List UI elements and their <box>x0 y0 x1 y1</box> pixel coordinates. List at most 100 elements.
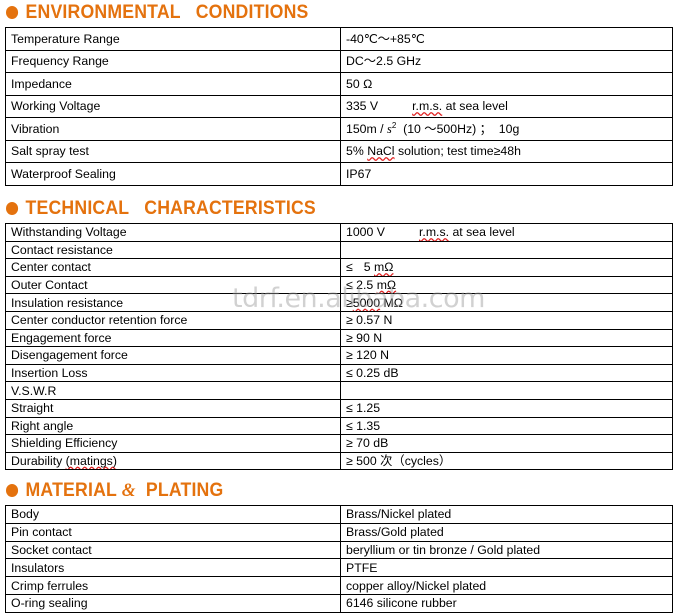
spellcheck-term: 5000 <box>352 295 381 310</box>
row-label: Socket contact <box>5 540 341 560</box>
row-value: -40℃〜+85℃ <box>340 27 673 51</box>
row-label: Impedance <box>5 72 341 96</box>
row-value: 335 V r.m.s. at sea level <box>340 94 673 118</box>
row-label: Working Voltage <box>5 94 341 118</box>
row-value <box>340 381 673 400</box>
table-row: Pin contact Brass/Gold plated <box>5 522 673 542</box>
table-technical-characteristics: Withstanding Voltage 1000 V r.m.s. at sea… <box>5 223 673 471</box>
section-heading-label: ENVIRONMENTAL CONDITIONS <box>25 2 309 23</box>
row-value: 1000 V r.m.s. at sea level <box>340 223 673 242</box>
row-value: ≤ 0.25 dB <box>340 363 673 383</box>
section-heading-technical-characteristics: TECHNICAL CHARACTERISTICS <box>6 199 316 218</box>
section-heading-label-part2: PLATING <box>135 480 224 501</box>
row-value-note: at sea level <box>449 225 515 240</box>
row-label: Engagement force <box>5 328 341 348</box>
table-row: Socket contact beryllium or tin bronze /… <box>5 540 673 560</box>
table-row: Right angle ≤ 1.35 <box>5 416 673 436</box>
table-row: V.S.W.R <box>5 381 673 400</box>
row-value: Brass/Gold plated <box>340 522 673 542</box>
row-value: beryllium or tin bronze / Gold plated <box>340 540 673 560</box>
row-value: ≥ 0.57 N <box>340 310 673 330</box>
table-row: Outer Contact ≤ 2.5 mΩ <box>5 275 673 295</box>
table-row: Withstanding Voltage 1000 V r.m.s. at sea… <box>5 223 673 242</box>
row-value: ≥5000 MΩ <box>340 293 673 312</box>
row-label: Right angle <box>5 416 341 436</box>
spellcheck-term: (matings) <box>65 453 117 468</box>
table-material-plating: Body Brass/Nickel plated Pin contact Bra… <box>5 505 673 613</box>
table-wrapper-environmental-conditions: Temperature Range -40℃〜+85℃ Frequency Ra… <box>0 27 673 186</box>
row-label: Shielding Efficiency <box>5 434 341 453</box>
row-label: Vibration <box>5 117 341 141</box>
spellcheck-term: mΩ <box>374 260 394 275</box>
table-row: Waterproof Sealing IP67 <box>5 162 673 186</box>
table-row: Shielding Efficiency ≥ 70 dB <box>5 434 673 453</box>
table-environmental-conditions: Temperature Range -40℃〜+85℃ Frequency Ra… <box>5 27 673 186</box>
bullet-icon <box>6 202 19 215</box>
row-label: Insulators <box>5 558 341 578</box>
row-value: 6146 silicone rubber <box>340 593 673 613</box>
row-value: ≥ 70 dB <box>340 434 673 453</box>
row-value: ≤ 1.25 <box>340 398 673 418</box>
table-row: Insertion Loss ≤ 0.25 dB <box>5 363 673 383</box>
table-row: Working Voltage 335 V r.m.s. at sea level <box>5 94 673 118</box>
section-heading-material-plating: MATERIAL & PLATING <box>6 481 223 500</box>
row-label: Center conductor retention force <box>5 310 341 330</box>
row-value: Brass/Nickel plated <box>340 505 673 524</box>
row-label: Crimp ferrules <box>5 576 341 595</box>
table-row: Insulation resistance ≥5000 MΩ <box>5 293 673 312</box>
section-heading-environmental-conditions: ENVIRONMENTAL CONDITIONS <box>6 3 309 22</box>
row-label: Durability (matings) <box>5 451 341 471</box>
row-label: O-ring sealing <box>5 593 341 613</box>
bullet-icon <box>6 6 19 19</box>
row-label: Salt spray test <box>5 139 341 163</box>
spellcheck-term: r.m.s. <box>418 225 450 240</box>
row-label: Body <box>5 505 341 524</box>
table-row: Contact resistance <box>5 240 673 260</box>
row-label: Outer Contact <box>5 275 341 295</box>
spellcheck-term: NaCl <box>367 144 395 159</box>
row-value: ≤ 2.5 mΩ <box>340 275 673 295</box>
row-label: Frequency Range <box>5 49 341 73</box>
row-label: Center contact <box>5 258 341 277</box>
table-row: Disengagement force ≥ 120 N <box>5 346 673 365</box>
table-row: Center contact ≤5 mΩ <box>5 258 673 277</box>
table-row: Salt spray test 5% NaCl solution; test t… <box>5 139 673 163</box>
table-row: Impedance 50 Ω <box>5 72 673 96</box>
bullet-icon <box>6 484 19 497</box>
row-label: Insertion Loss <box>5 363 341 383</box>
row-label: Pin contact <box>5 522 341 542</box>
row-value <box>340 240 673 260</box>
row-label: Disengagement force <box>5 346 341 365</box>
table-row: Center conductor retention force ≥ 0.57 … <box>5 310 673 330</box>
ampersand-glyph: & <box>121 480 136 501</box>
row-value: ≤ 1.35 <box>340 416 673 436</box>
row-value-text: 335 V <box>346 99 379 114</box>
row-value: copper alloy/Nickel plated <box>340 576 673 595</box>
row-value: ≥ 120 N <box>340 346 673 365</box>
row-value: DC〜2.5 GHz <box>340 49 673 73</box>
table-row: O-ring sealing 6146 silicone rubber <box>5 593 673 613</box>
table-row: Body Brass/Nickel plated <box>5 505 673 524</box>
row-label: Temperature Range <box>5 27 341 51</box>
spec-sheet-page: ENVIRONMENTAL CONDITIONS Temperature Ran… <box>0 0 680 613</box>
table-row: Straight ≤ 1.25 <box>5 398 673 418</box>
row-value: 150m / s2 (10 〜500Hz) ； 10g <box>340 117 673 141</box>
row-label: Straight <box>5 398 341 418</box>
spellcheck-term: mΩ <box>376 278 397 292</box>
row-value: IP67 <box>340 162 673 186</box>
table-row: Vibration 150m / s2 (10 〜500Hz) ； 10g <box>5 117 673 141</box>
table-row: Durability (matings) ≥ 500 次（cycles） <box>5 451 673 471</box>
table-row: Crimp ferrules copper alloy/Nickel plate… <box>5 576 673 595</box>
row-value: ≥ 500 次（cycles） <box>340 451 673 471</box>
spellcheck-term: r.m.s. <box>412 99 443 114</box>
section-heading-label-part1: MATERIAL <box>25 480 122 501</box>
row-value: 50 Ω <box>340 72 673 96</box>
table-row: Engagement force ≥ 90 N <box>5 328 673 348</box>
row-label: V.S.W.R <box>5 381 341 400</box>
row-value-note: at sea level <box>442 99 508 114</box>
row-value: ≤5 mΩ <box>340 258 673 277</box>
table-row: Insulators PTFE <box>5 558 673 578</box>
row-label: Insulation resistance <box>5 293 341 312</box>
section-heading-label: TECHNICAL CHARACTERISTICS <box>25 198 316 219</box>
row-label: Waterproof Sealing <box>5 162 341 186</box>
